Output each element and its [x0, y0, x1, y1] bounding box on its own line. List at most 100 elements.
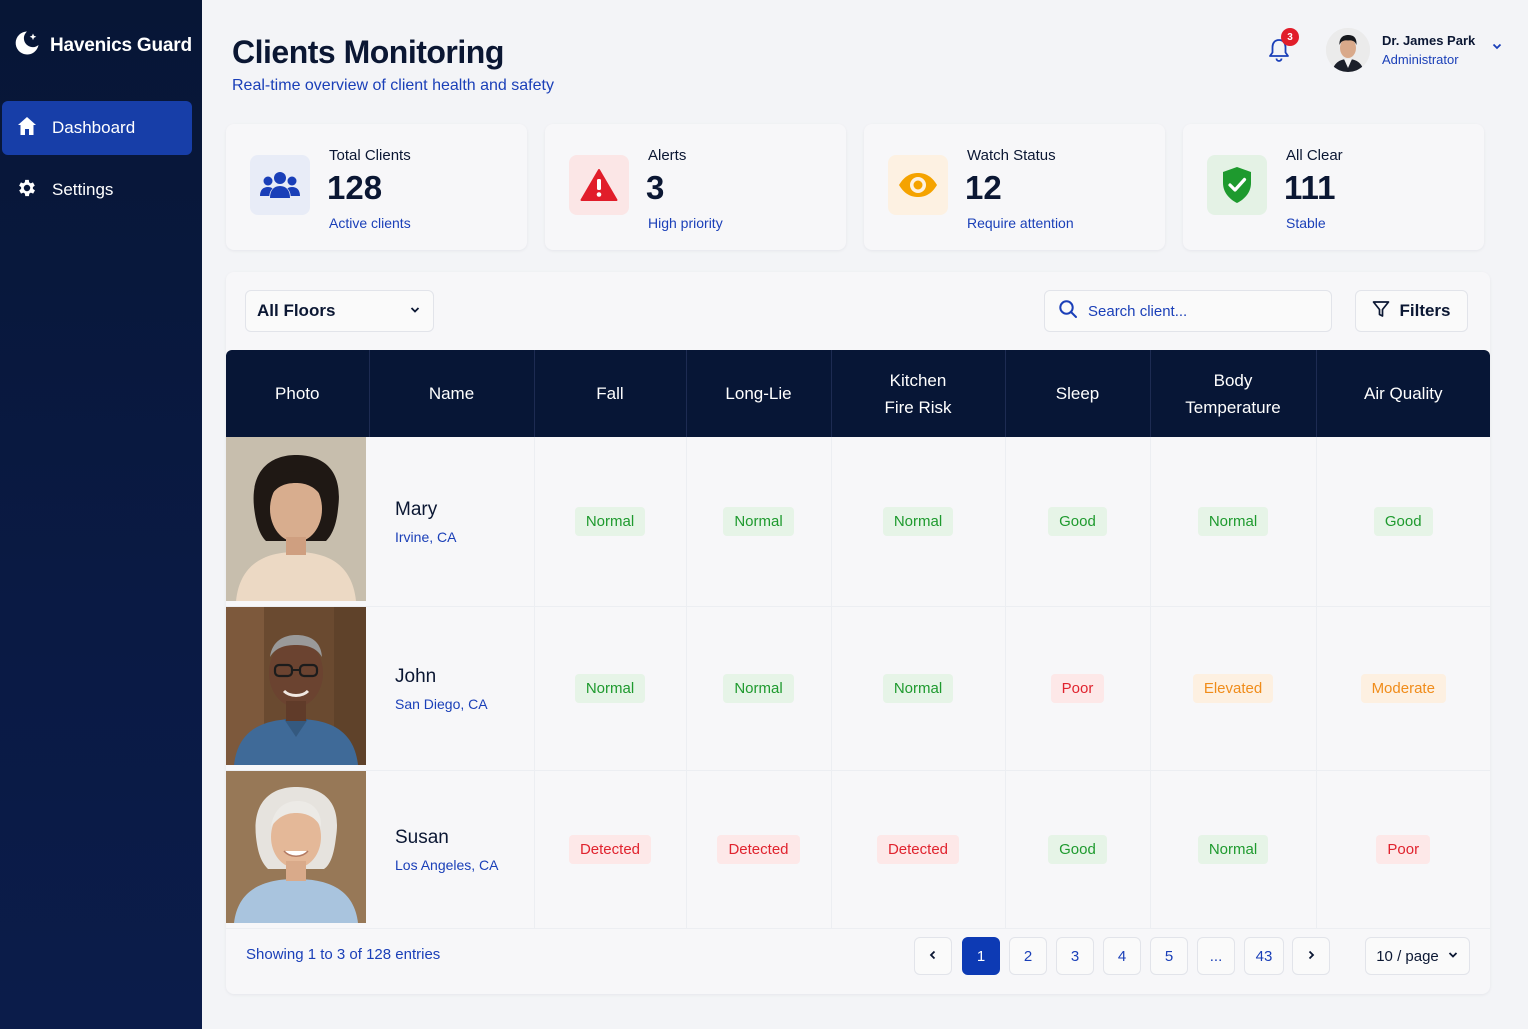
filters-label: Filters	[1399, 301, 1451, 320]
filter-icon	[1372, 300, 1390, 323]
column-header-air-quality[interactable]: Air Quality	[1316, 350, 1490, 437]
page-button-43[interactable]: 43	[1244, 937, 1284, 975]
air-quality-cell: Poor	[1316, 770, 1490, 929]
client-photo	[226, 607, 366, 770]
kitchen-fire-risk-cell: Normal	[831, 606, 1006, 771]
status-badge: Normal	[882, 674, 954, 703]
eye-icon	[888, 155, 948, 215]
client-location: San Diego, CA	[395, 695, 488, 712]
photo-cell	[226, 437, 369, 607]
search-input[interactable]	[1088, 302, 1318, 320]
page-title: Clients Monitoring	[232, 34, 504, 70]
stat-label: Watch Status	[967, 147, 1056, 164]
chevron-down-icon	[1447, 948, 1459, 965]
column-header-fall[interactable]: Fall	[534, 350, 687, 437]
stat-card-watch-status: Watch Status 12 Require attention	[864, 124, 1165, 250]
sidebar: Havenics Guard Dashboard Settings	[0, 0, 202, 1029]
page-ellipsis[interactable]: ...	[1197, 937, 1235, 975]
client-name[interactable]: Susan	[395, 827, 534, 849]
status-badge: Elevated	[1192, 674, 1274, 703]
filters-button[interactable]: Filters	[1355, 290, 1468, 332]
floor-select[interactable]: All Floors	[245, 290, 434, 332]
sidebar-item-label: Settings	[52, 180, 114, 199]
user-role: Administrator	[1382, 52, 1459, 67]
sidebar-item-settings[interactable]: Settings	[2, 163, 192, 217]
search-box[interactable]	[1044, 290, 1332, 332]
status-badge: Good	[1048, 507, 1107, 536]
air-quality-cell: Good	[1316, 437, 1490, 607]
user-menu[interactable]: Dr. James Park Administrator	[1326, 28, 1503, 72]
column-header-name[interactable]: Name	[369, 350, 535, 437]
stat-value: 12	[965, 169, 1002, 206]
name-cell: John San Diego, CA	[369, 606, 535, 771]
stat-value: 128	[327, 169, 383, 206]
column-header-photo[interactable]: Photo	[226, 350, 370, 437]
table-row[interactable]: Susan Los Angeles, CA Detected Detected …	[226, 770, 1490, 929]
status-badge: Normal	[723, 507, 794, 536]
page-subtitle: Real-time overview of client health and …	[232, 77, 554, 94]
moon-logo-icon	[14, 30, 40, 61]
gear-icon	[16, 177, 38, 204]
column-header-body-temperature[interactable]: Body Temperature	[1150, 350, 1317, 437]
next-page-button[interactable]	[1292, 937, 1330, 975]
users-icon	[250, 155, 310, 215]
page-button-1[interactable]: 1	[962, 937, 1000, 975]
page-button-2[interactable]: 2	[1009, 937, 1047, 975]
table-row[interactable]: John San Diego, CA Normal Normal Normal …	[226, 606, 1490, 771]
client-location: Los Angeles, CA	[395, 856, 499, 873]
floor-select-value: All Floors	[257, 301, 336, 320]
status-badge: Detected	[876, 835, 960, 864]
status-badge: Detected	[717, 835, 800, 864]
stat-card-all-clear: All Clear 111 Stable	[1183, 124, 1484, 250]
client-location: Irvine, CA	[395, 528, 457, 545]
status-badge: Normal	[723, 674, 794, 703]
status-badge: Normal	[574, 674, 646, 703]
brand[interactable]: Havenics Guard	[14, 30, 192, 61]
status-badge: Normal	[1197, 507, 1269, 536]
sleep-cell: Poor	[1005, 606, 1151, 771]
client-name[interactable]: John	[395, 666, 534, 688]
photo-cell	[226, 770, 369, 929]
long-lie-cell: Detected	[686, 770, 832, 929]
chevron-down-icon	[409, 301, 421, 321]
stat-sub: Require attention	[967, 215, 1074, 231]
page-button-3[interactable]: 3	[1056, 937, 1094, 975]
stat-sub: Stable	[1286, 215, 1326, 231]
per-page-select[interactable]: 10 / page	[1365, 937, 1470, 975]
sidebar-item-dashboard[interactable]: Dashboard	[2, 101, 192, 155]
status-badge: Good	[1048, 835, 1107, 864]
body-temperature-cell: Normal	[1150, 770, 1317, 929]
status-badge: Detected	[568, 835, 652, 864]
user-avatar	[1326, 28, 1370, 72]
stat-label: Total Clients	[329, 147, 411, 164]
clients-table: Photo Name Fall Long-Lie Kitchen Fire Ri…	[226, 350, 1490, 929]
search-icon	[1058, 299, 1078, 324]
body-temperature-cell: Elevated	[1150, 606, 1317, 771]
status-badge: Normal	[1197, 835, 1269, 864]
user-name: Dr. James Park	[1382, 33, 1476, 48]
column-header-sleep[interactable]: Sleep	[1005, 350, 1151, 437]
column-header-kitchen-fire-risk[interactable]: Kitchen Fire Risk	[831, 350, 1006, 437]
entries-summary: Showing 1 to 3 of 128 entries	[246, 946, 441, 963]
status-badge: Moderate	[1360, 674, 1446, 703]
photo-cell	[226, 606, 369, 771]
column-header-long-lie[interactable]: Long-Lie	[686, 350, 832, 437]
table-header-row: Photo Name Fall Long-Lie Kitchen Fire Ri…	[226, 350, 1490, 437]
shield-check-icon	[1207, 155, 1267, 215]
home-icon	[16, 115, 38, 142]
sleep-cell: Good	[1005, 437, 1151, 607]
fall-cell: Detected	[534, 770, 687, 929]
stat-sub: High priority	[648, 215, 723, 231]
table-row[interactable]: Mary Irvine, CA Normal Normal Normal Goo…	[226, 437, 1490, 607]
client-photo	[226, 771, 366, 928]
body-temperature-cell: Normal	[1150, 437, 1317, 607]
status-badge: Good	[1373, 507, 1433, 536]
long-lie-cell: Normal	[686, 606, 832, 771]
client-name[interactable]: Mary	[395, 499, 534, 521]
stat-card-total-clients: Total Clients 128 Active clients	[226, 124, 527, 250]
page-button-5[interactable]: 5	[1150, 937, 1188, 975]
status-badge: Poor	[1376, 835, 1431, 864]
status-badge: Normal	[882, 507, 954, 536]
page-button-4[interactable]: 4	[1103, 937, 1141, 975]
prev-page-button[interactable]	[914, 937, 952, 975]
